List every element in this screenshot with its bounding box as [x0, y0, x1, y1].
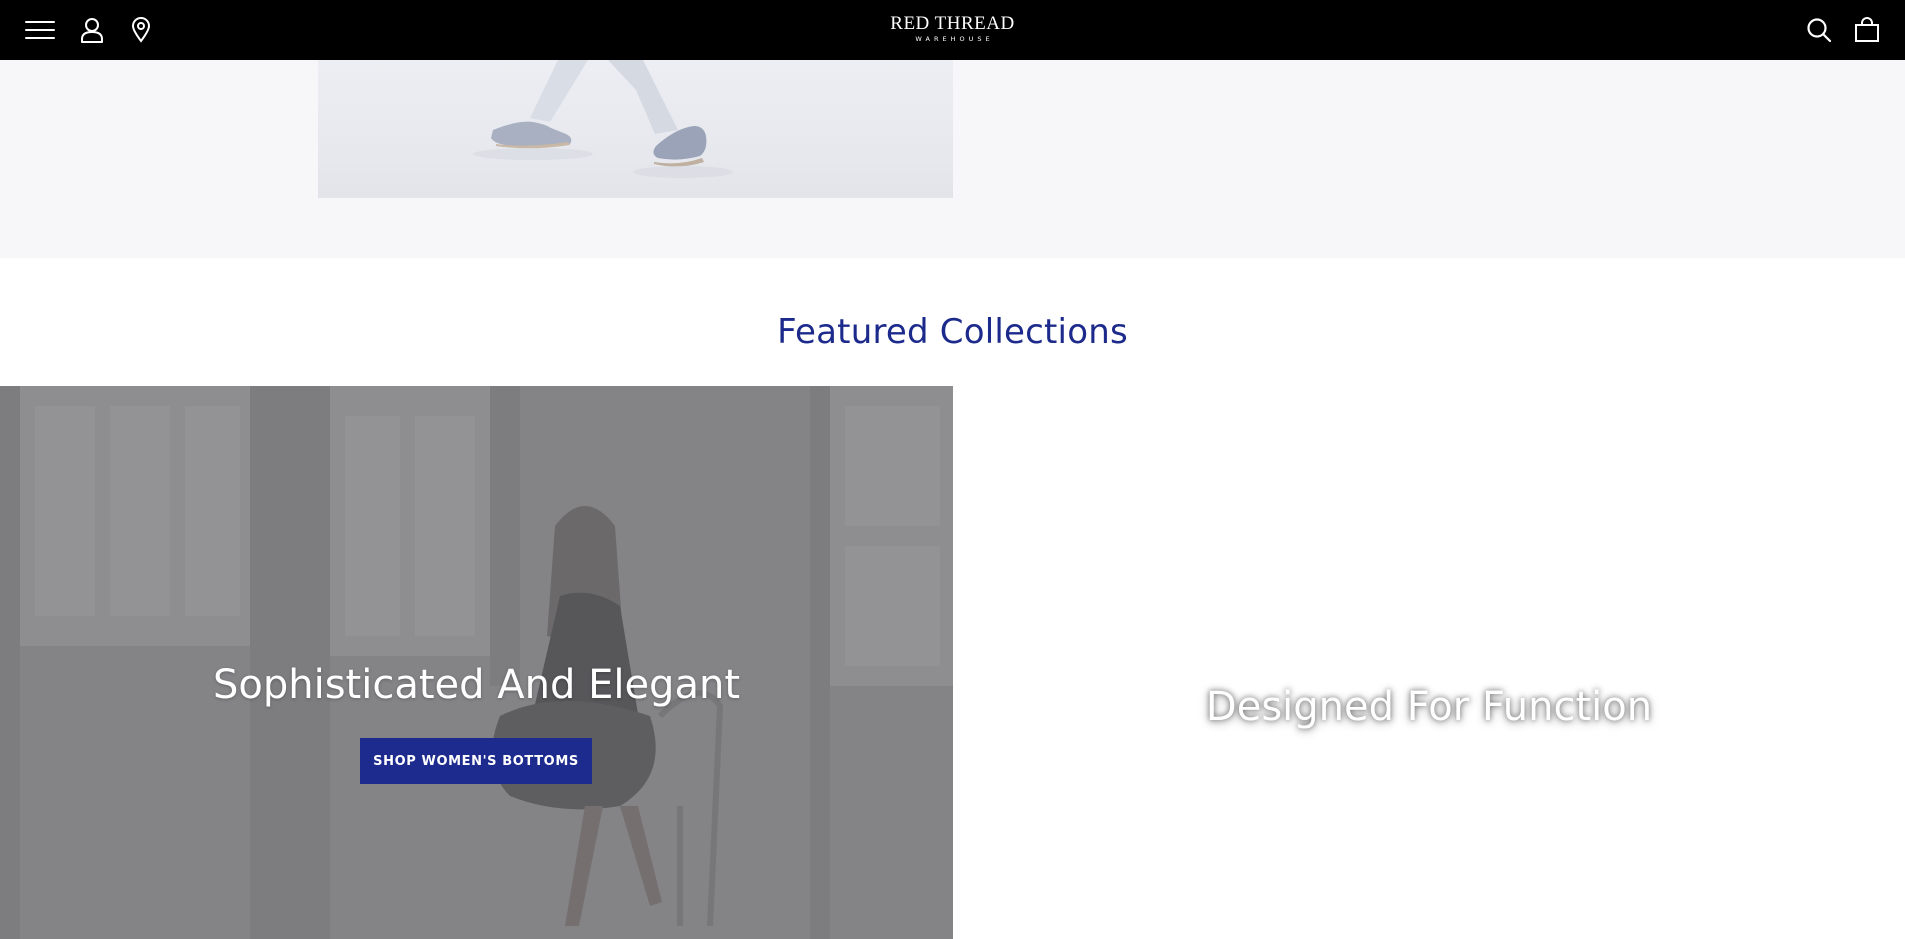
- account-icon[interactable]: [77, 15, 107, 45]
- logo-main-text: RED THREAD: [890, 13, 1015, 34]
- shopping-bag-icon[interactable]: [1852, 15, 1882, 45]
- logo-sub-text: WAREHOUSE: [915, 35, 994, 43]
- collection-card-women[interactable]: Sophisticated And Elegant SHOP WOMEN'S B…: [0, 386, 953, 939]
- site-logo[interactable]: RED THREAD WAREHOUSE: [890, 13, 1015, 44]
- collection-title-women: Sophisticated And Elegant: [212, 662, 740, 708]
- collection-title-function: Designed For Function: [1205, 684, 1653, 730]
- collection-card-function[interactable]: Designed For Function: [953, 386, 1905, 939]
- shop-womens-bottoms-button[interactable]: SHOP WOMEN'S BOTTOMS: [360, 738, 592, 784]
- product-band: [0, 60, 1905, 258]
- search-icon[interactable]: [1804, 15, 1834, 45]
- menu-icon[interactable]: [25, 15, 55, 45]
- site-header: RED THREAD WAREHOUSE: [0, 0, 1905, 60]
- featured-collections-title: Featured Collections: [777, 312, 1128, 352]
- hero-shoes-image[interactable]: [318, 60, 953, 198]
- location-pin-icon[interactable]: [126, 15, 156, 45]
